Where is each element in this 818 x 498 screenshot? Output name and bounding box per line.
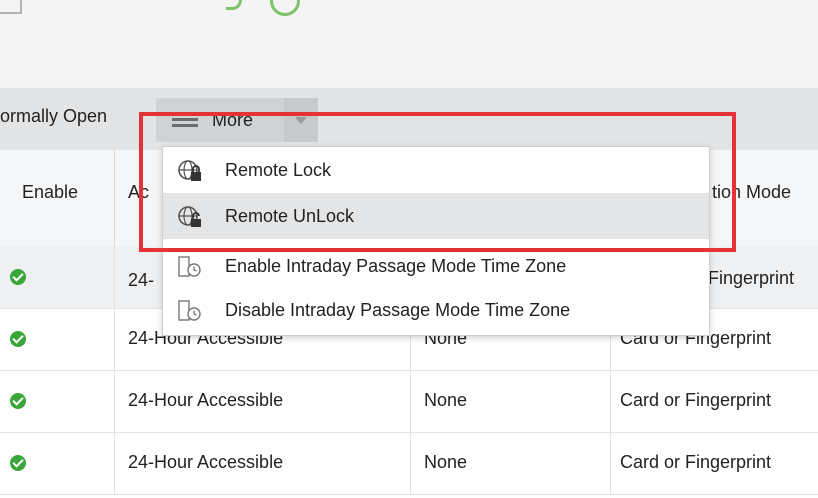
door-clock-icon: [178, 300, 201, 321]
normally-open-button[interactable]: ormally Open: [0, 106, 107, 127]
enabled-check-icon: [10, 331, 26, 347]
table-row[interactable]: 24-Hour Accessible None Card or Fingerpr…: [0, 370, 818, 433]
caret-down-icon: [295, 116, 307, 124]
column-header-enable[interactable]: Enable: [22, 182, 78, 203]
column-header-access-time-zone[interactable]: Ac: [128, 182, 149, 203]
row-passage-mode: None: [424, 390, 468, 410]
hamburger-menu-icon: [172, 112, 198, 128]
row-time-zone: 24-Hour Accessible: [128, 390, 284, 410]
table-row[interactable]: 24-Hour Accessible None Card or Fingerpr…: [0, 432, 818, 495]
menu-item-remote-lock[interactable]: Remote Lock: [163, 147, 709, 193]
top-toolbar-strip: [0, 0, 818, 89]
more-button[interactable]: More: [156, 98, 318, 142]
menu-item-enable-intraday-passage[interactable]: Enable Intraday Passage Mode Time Zone: [163, 243, 709, 289]
row-verification-mode: Fingerprint: [708, 268, 795, 288]
door-clock-icon: [178, 256, 201, 277]
enabled-check-icon: [10, 455, 26, 471]
menu-item-label: Remote Lock: [225, 159, 332, 180]
row-passage-mode: None: [424, 452, 468, 472]
refresh-icon[interactable]: [270, 0, 300, 16]
enabled-check-icon: [10, 393, 26, 409]
globe-unlock-icon: [178, 206, 201, 227]
enabled-check-icon: [10, 269, 26, 285]
row-time-zone: 24-: [128, 270, 155, 290]
search-icon[interactable]: [226, 0, 242, 10]
menu-item-label: Disable Intraday Passage Mode Time Zone: [225, 299, 571, 320]
column-header-verification-mode[interactable]: tion Mode: [712, 182, 791, 203]
menu-item-label: Remote UnLock: [225, 205, 355, 226]
action-toolbar: ormally Open More: [0, 88, 818, 150]
more-button-label: More: [212, 109, 254, 130]
window-icon[interactable]: [0, 0, 22, 14]
row-time-zone: 24-Hour Accessible: [128, 452, 284, 472]
menu-item-label: Enable Intraday Passage Mode Time Zone: [225, 255, 567, 276]
row-verification-mode: Card or Fingerprint: [620, 452, 772, 472]
menu-item-remote-unlock[interactable]: Remote UnLock: [163, 193, 709, 239]
more-dropdown-menu: Remote Lock Remote UnLock Enable Intrada…: [162, 146, 710, 336]
more-dropdown-toggle[interactable]: [284, 98, 318, 142]
menu-item-disable-intraday-passage[interactable]: Disable Intraday Passage Mode Time Zone: [163, 287, 709, 333]
globe-lock-icon: [178, 160, 201, 181]
row-verification-mode: Card or Fingerprint: [620, 390, 772, 410]
